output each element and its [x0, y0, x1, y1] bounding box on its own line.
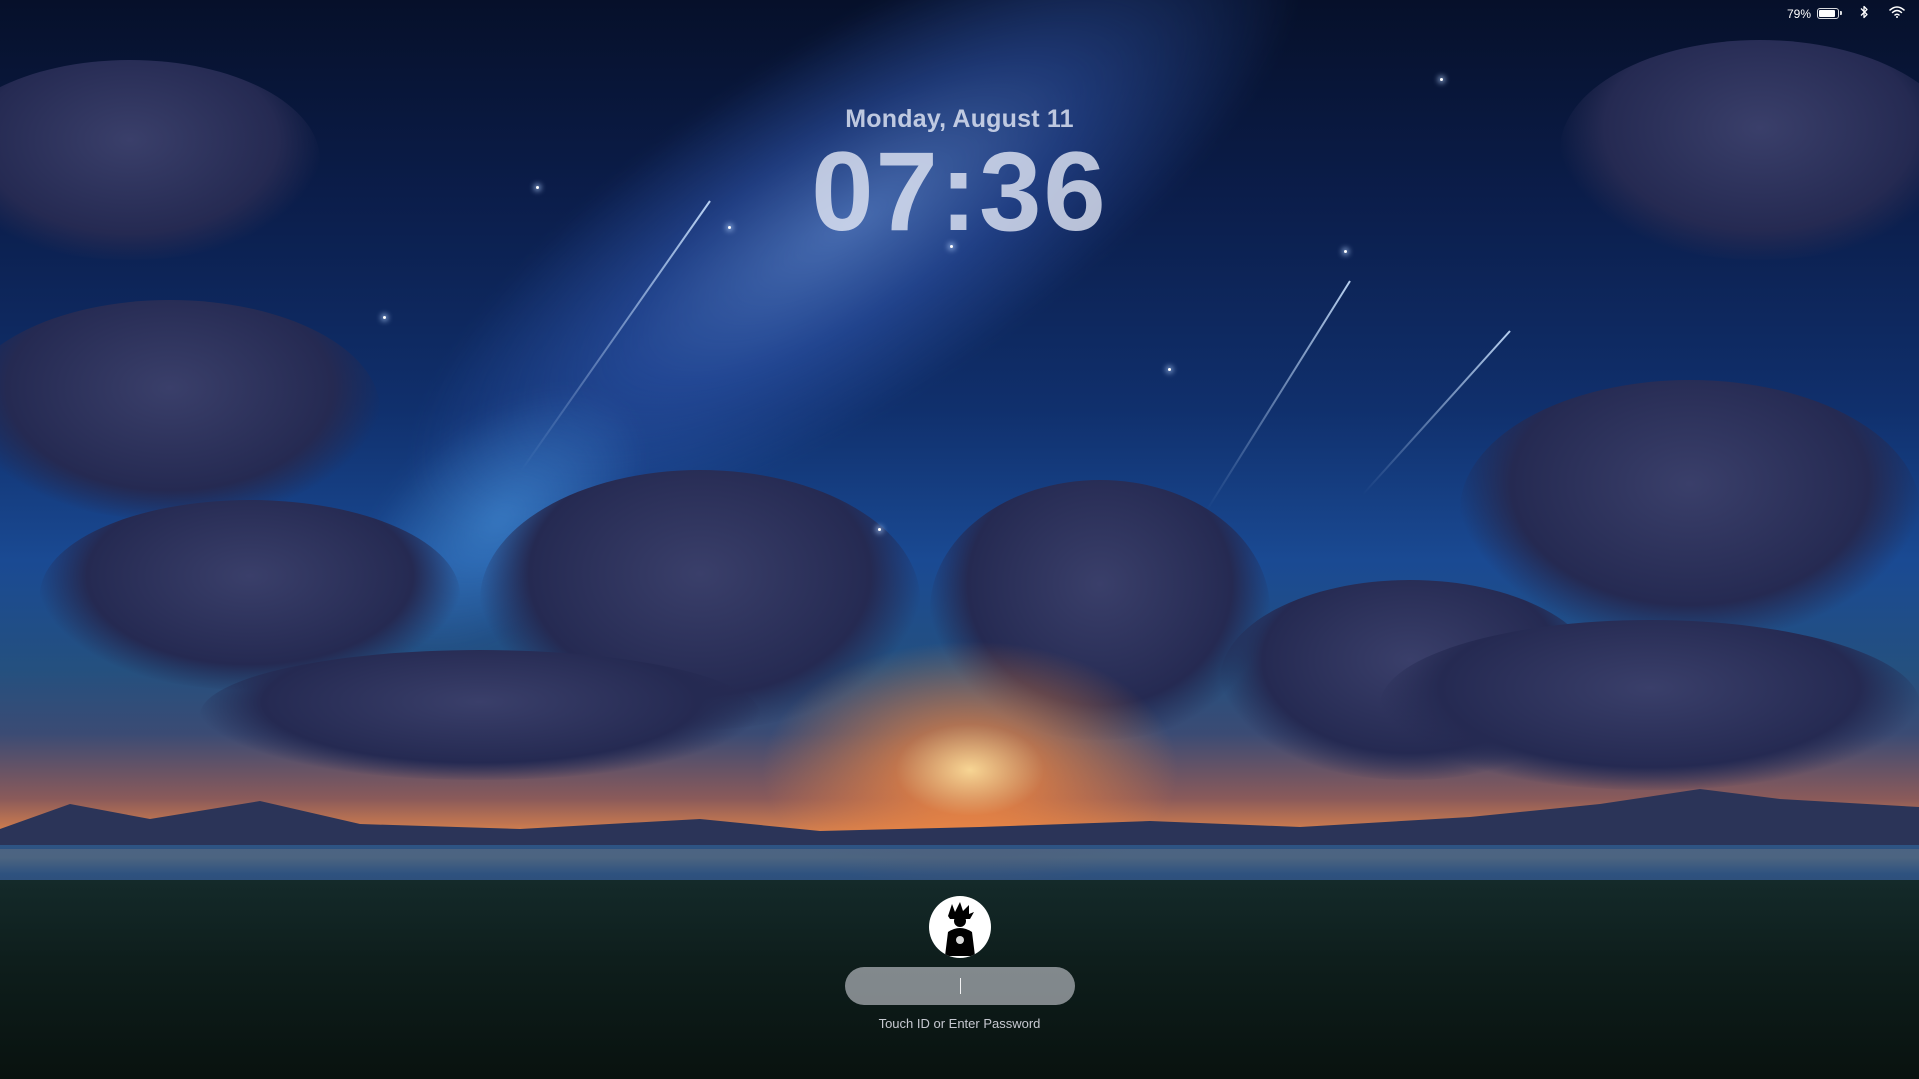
battery-status[interactable]: 79% [1786, 6, 1842, 21]
wifi-icon[interactable] [1889, 6, 1905, 21]
star [1440, 78, 1443, 81]
star [878, 528, 881, 531]
cloud [1380, 620, 1919, 790]
battery-percentage: 79% [1786, 6, 1811, 21]
time-label: 07:36 [811, 129, 1108, 254]
star [1168, 368, 1171, 371]
star [383, 316, 386, 319]
bluetooth-icon[interactable] [1859, 5, 1869, 22]
cloud [200, 650, 760, 780]
mountain-range [0, 789, 1919, 849]
star [1344, 250, 1347, 253]
login-panel: Touch ID or Enter Password [0, 896, 1919, 1031]
text-cursor [959, 978, 961, 994]
user-avatar-silhouette-icon [944, 902, 975, 956]
cloud [1460, 380, 1919, 640]
menu-bar-status: 79% [1787, 5, 1905, 22]
meteor-streak [1206, 280, 1351, 511]
touch-id-hint: Touch ID or Enter Password [878, 1016, 1041, 1031]
battery-level-fill [1819, 10, 1835, 17]
battery-icon [1817, 8, 1842, 19]
lock-screen-clock: Monday, August 11 07:36 [0, 105, 1919, 248]
cloud [0, 300, 380, 520]
user-avatar[interactable] [928, 896, 991, 958]
lock-screen: 79% Monday, August 11 07:36 Touch ID or … [0, 0, 1919, 1079]
password-field[interactable] [844, 967, 1075, 1005]
